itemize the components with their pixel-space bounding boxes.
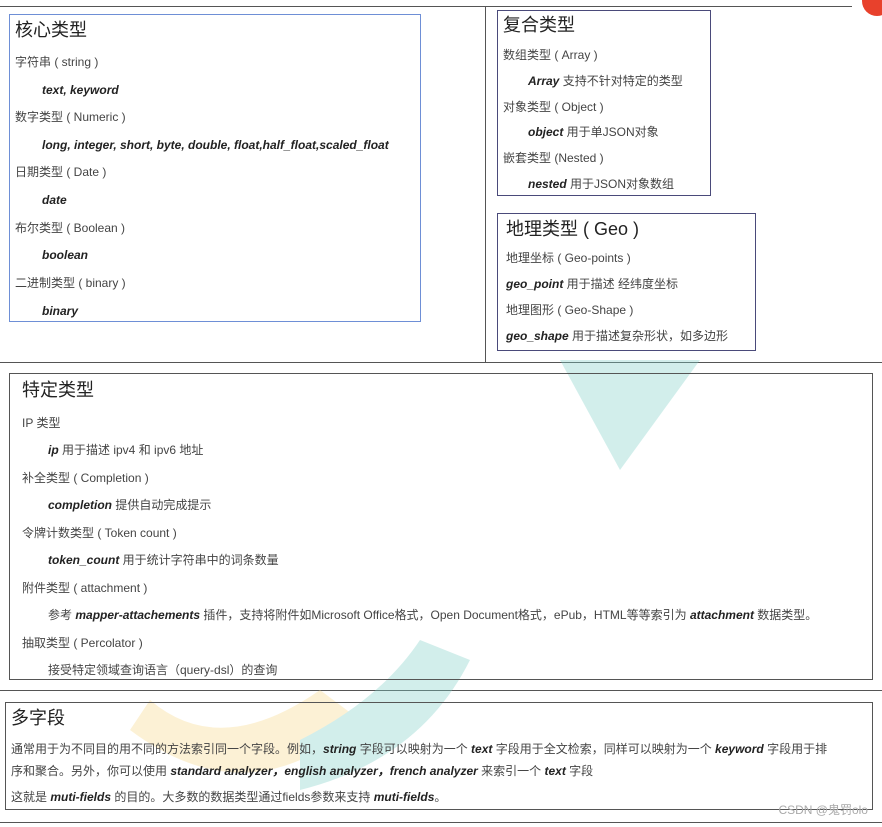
top-divider (0, 6, 852, 7)
percolator-label: 抽取类型 ( Percolator ) (22, 636, 143, 650)
multi-p1-text-3: 字段用于全文检索，同样可以映射为一个 (492, 742, 716, 756)
object-label: 对象类型 ( Object ) (503, 100, 604, 114)
binary-types: binary (42, 304, 79, 318)
geo-point-desc: 用于描述 经纬度坐标 (563, 277, 678, 291)
nested-line: nested 用于JSON对象数组 (528, 176, 674, 192)
numeric-types: long, integer, short, byte, double, floa… (42, 138, 389, 152)
nested-label: 嵌套类型 (Nested ) (503, 151, 604, 165)
token-count-label: 令牌计数类型 ( Token count ) (22, 526, 177, 540)
corner-badge (862, 0, 882, 16)
completion-keyword: completion (48, 498, 113, 512)
geo-shape-line: geo_shape 用于描述复杂形状，如多边形 (506, 328, 728, 344)
attachment-keyword-1: mapper-attachements (75, 608, 201, 622)
array-line: Array 支持不针对特定的类型 (528, 73, 683, 89)
geo-title: 地理类型 ( Geo ) (506, 219, 640, 239)
object-line: object 用于单JSON对象 (528, 124, 659, 140)
special-title: 特定类型 (22, 380, 94, 400)
attachment-pre: 参考 (48, 608, 76, 622)
geo-point-keyword: geo_point (506, 277, 564, 291)
core-types-panel: 核心类型 字符串 ( string ) text, keyword 数字类型 (… (9, 14, 421, 322)
attachment-label: 附件类型 ( attachment ) (22, 581, 148, 595)
complex-types-panel: 复合类型 数组类型 ( Array ) Array 支持不针对特定的类型 对象类… (497, 10, 711, 196)
completion-line: completion 提供自动完成提示 (48, 497, 211, 513)
section-divider (0, 362, 882, 363)
boolean-label: 布尔类型 ( Boolean ) (15, 221, 126, 235)
object-keyword: object (528, 125, 564, 139)
token-count-keyword: token_count (48, 553, 120, 567)
array-desc: 支持不针对特定的类型 (559, 74, 683, 88)
completion-desc: 提供自动完成提示 (112, 498, 212, 512)
ip-line: ip 用于描述 ipv4 和 ipv6 地址 (48, 442, 203, 458)
attachment-keyword-2: attachment (689, 608, 754, 622)
multi-paragraph-1: 通常用于为不同目的用不同的方法索引同一个字段。例如，string 字段可以映射为… (11, 741, 827, 757)
date-types: date (42, 193, 67, 207)
multi-fields-panel: 多字段 通常用于为不同目的用不同的方法索引同一个字段。例如，string 字段可… (5, 702, 873, 810)
multi-p2-analyzers: standard analyzer，english analyzer，frenc… (170, 764, 478, 778)
geo-types-panel: 地理类型 ( Geo ) 地理坐标 ( Geo-points ) geo_poi… (497, 213, 756, 351)
geo-points-label: 地理坐标 ( Geo-points ) (506, 251, 631, 265)
bottom-divider (0, 822, 882, 823)
geo-shape-desc: 用于描述复杂形状，如多边形 (568, 329, 729, 343)
date-label: 日期类型 ( Date ) (15, 165, 107, 179)
attachment-line: 参考 mapper-attachements 插件，支持将附件如Microsof… (48, 607, 817, 623)
multi-p1-string: string (323, 742, 357, 756)
multi-title: 多字段 (11, 708, 65, 728)
numeric-label: 数字类型 ( Numeric ) (15, 110, 126, 124)
core-title: 核心类型 (15, 20, 87, 40)
multi-p3-kw-2: muti-fields (373, 790, 435, 804)
object-desc: 用于单JSON对象 (563, 125, 659, 139)
array-keyword: Array (528, 74, 560, 88)
multi-p1-keyword: keyword (715, 742, 764, 756)
geo-shape-keyword: geo_shape (506, 329, 569, 343)
middle-divider (485, 6, 486, 362)
multi-paragraph-2: 序和聚合。另外，你可以使用 standard analyzer，english … (11, 763, 593, 779)
array-label: 数组类型 ( Array ) (503, 48, 598, 62)
token-count-desc: 用于统计字符串中的词条数量 (119, 553, 279, 567)
multi-p2-text: 序和聚合。另外，你可以使用 (11, 764, 171, 778)
completion-label: 补全类型 ( Completion ) (22, 471, 149, 485)
complex-title: 复合类型 (503, 15, 575, 35)
nested-keyword: nested (528, 177, 567, 191)
multi-p2-text-3: 字段 (565, 764, 594, 778)
multi-p1-text: 通常用于为不同目的用不同的方法索引同一个字段。例如， (11, 742, 324, 756)
attachment-mid: 插件，支持将附件如Microsoft Office格式，Open Documen… (200, 608, 690, 622)
ip-label: IP 类型 (22, 416, 61, 430)
multi-paragraph-3: 这就是 muti-fields 的目的。大多数的数据类型通过fields参数来支… (11, 789, 446, 805)
attachment-post: 数据类型。 (753, 608, 818, 622)
multi-p1-text-kw: text (471, 742, 493, 756)
multi-p2-text-2: 来索引一个 (477, 764, 545, 778)
ip-keyword: ip (48, 443, 59, 457)
multi-p1-text-2: 字段可以映射为一个 (356, 742, 472, 756)
binary-label: 二进制类型 ( binary ) (15, 276, 126, 290)
geo-shape-label: 地理图形 ( Geo-Shape ) (506, 303, 634, 317)
multi-p2-text-kw: text (544, 764, 566, 778)
multi-p1-text-4: 字段用于排 (763, 742, 828, 756)
multi-p3-text-2: 的目的。大多数的数据类型通过fields参数来支持 (111, 790, 374, 804)
boolean-types: boolean (42, 248, 89, 262)
percolator-desc: 接受特定领域查询语言（query-dsl）的查询 (48, 663, 278, 677)
multi-p3-text: 这就是 (11, 790, 51, 804)
token-count-line: token_count 用于统计字符串中的词条数量 (48, 552, 279, 568)
geo-point-line: geo_point 用于描述 经纬度坐标 (506, 276, 678, 292)
ip-desc: 用于描述 ipv4 和 ipv6 地址 (58, 443, 204, 457)
special-types-panel: 特定类型 IP 类型 ip 用于描述 ipv4 和 ipv6 地址 补全类型 (… (9, 373, 873, 680)
multi-p3-kw: muti-fields (50, 790, 112, 804)
section-divider-2 (0, 690, 882, 691)
multi-p3-text-3: 。 (434, 790, 447, 804)
string-types: text, keyword (42, 83, 119, 97)
nested-desc: 用于JSON对象数组 (566, 177, 675, 191)
string-label: 字符串 ( string ) (15, 55, 99, 69)
csdn-watermark: CSDN @鬼罚olo (778, 803, 868, 817)
